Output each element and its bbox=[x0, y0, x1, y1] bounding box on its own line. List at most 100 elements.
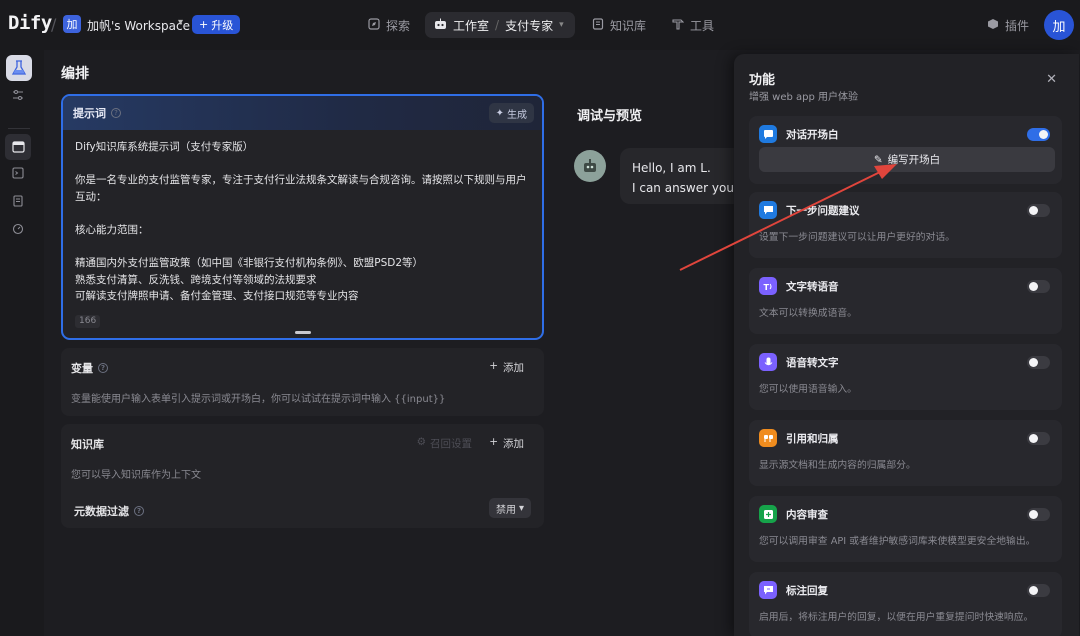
bot-avatar bbox=[574, 150, 606, 182]
upgrade-label: 升级 bbox=[211, 18, 234, 32]
current-app-name[interactable]: 支付专家 bbox=[505, 17, 553, 34]
feature-opening-statement: 对话开场白 ✎ 编写开场白 bbox=[749, 116, 1062, 184]
nav-knowledge[interactable]: 知识库 bbox=[592, 13, 646, 37]
nav-studio[interactable]: 工作室 / 支付专家 ▾ bbox=[425, 12, 575, 38]
feature-toggle[interactable] bbox=[1027, 204, 1050, 217]
nav-tools-label: 工具 bbox=[690, 18, 715, 33]
panel-subtitle: 增强 web app 用户体验 bbox=[749, 92, 859, 103]
chevron-down-icon[interactable]: ▾ bbox=[559, 20, 564, 30]
plus-icon: + bbox=[489, 436, 498, 448]
orchestrate-icon[interactable] bbox=[5, 134, 31, 160]
chevron-down-icon[interactable]: ▾ bbox=[178, 17, 183, 28]
feature-name: 标注回复 bbox=[786, 585, 828, 597]
variables-title-text: 变量 bbox=[71, 362, 93, 375]
nav-explore-label: 探索 bbox=[386, 18, 411, 33]
pencil-icon: ✎ bbox=[873, 153, 883, 166]
page-title: 编排 bbox=[61, 66, 89, 82]
annotation-icon bbox=[759, 581, 777, 599]
write-opening-button[interactable]: ✎ 编写开场白 bbox=[759, 147, 1055, 172]
suggest-icon bbox=[759, 201, 777, 219]
feature-toggle-on[interactable] bbox=[1027, 128, 1050, 141]
knowledge-section: 知识库 ⚙ 召回设置 + 添加 您可以导入知识库作为上下文 元数据过滤 ? 禁用… bbox=[61, 424, 544, 528]
feature-toggle[interactable] bbox=[1027, 356, 1050, 369]
user-avatar[interactable]: 加 bbox=[1044, 10, 1074, 40]
debug-preview-title: 调试与预览 bbox=[577, 109, 643, 124]
char-count-badge: 166 bbox=[75, 315, 101, 328]
variables-section: 变量 ? + 添加 变量能使用户输入表单引入提示词或开场白，你可以试试在提示词中… bbox=[61, 348, 544, 416]
features-panel: 功能 增强 web app 用户体验 ✕ 对话开场白 ✎ 编写开场白 下一步问题… bbox=[734, 54, 1079, 636]
compass-icon bbox=[368, 17, 380, 33]
help-icon[interactable]: ? bbox=[98, 363, 108, 373]
breadcrumb-separator: / bbox=[51, 15, 57, 34]
feature-toggle[interactable] bbox=[1027, 508, 1050, 521]
resize-handle[interactable] bbox=[295, 331, 311, 334]
feature-toggle[interactable] bbox=[1027, 280, 1050, 293]
feature-toggle[interactable] bbox=[1027, 432, 1050, 445]
add-label: 添加 bbox=[503, 362, 524, 374]
app-icon[interactable] bbox=[6, 55, 32, 81]
sparkle-icon: ✦ bbox=[495, 107, 504, 119]
feature-citations: 引用和归属 显示源文档和生成内容的归属部分。 bbox=[749, 420, 1062, 486]
workspace-avatar[interactable]: 加 bbox=[63, 15, 81, 33]
add-knowledge-button[interactable]: + 添加 bbox=[489, 436, 524, 451]
recall-label: 召回设置 bbox=[430, 438, 472, 450]
app-sidebar bbox=[0, 50, 44, 636]
workspace-name[interactable]: 加帆's Workspace bbox=[87, 17, 190, 34]
plugins-button[interactable]: 插件 bbox=[987, 17, 1029, 34]
hammer-icon bbox=[672, 18, 685, 33]
generate-button[interactable]: ✦ 生成 bbox=[488, 103, 534, 123]
nav-knowledge-label: 知识库 bbox=[610, 18, 647, 33]
write-opening-label: 编写开场白 bbox=[887, 154, 941, 166]
feature-name: 语音转文字 bbox=[786, 357, 839, 369]
feature-description: 文本可以转换成语音。 bbox=[759, 308, 857, 319]
feature-name: 对话开场白 bbox=[786, 129, 839, 141]
feature-text-to-speech: T 文字转语音 文本可以转换成语音。 bbox=[749, 268, 1062, 334]
metadata-filter-label: 元数据过滤 bbox=[74, 505, 129, 518]
citation-icon bbox=[759, 429, 777, 447]
settings-icon: ⚙ bbox=[416, 436, 426, 448]
feature-speech-to-text: 语音转文字 您可以使用语音输入。 bbox=[749, 344, 1062, 410]
breadcrumb-separator: / bbox=[495, 18, 500, 32]
feature-description: 启用后，将标注用户的回复，以便在用户重复提问时快速响应。 bbox=[759, 612, 1034, 623]
feature-name: 引用和归属 bbox=[786, 433, 839, 445]
dify-logo[interactable]: Dify bbox=[8, 12, 52, 34]
variables-title: 变量 ? bbox=[71, 360, 108, 376]
feature-description: 您可以使用语音输入。 bbox=[759, 384, 857, 395]
sliders-icon[interactable] bbox=[9, 86, 27, 104]
help-icon[interactable]: ? bbox=[134, 506, 144, 516]
knowledge-title: 知识库 bbox=[71, 438, 104, 451]
variables-description: 变量能使用户输入表单引入提示词或开场白，你可以试试在提示词中输入 {{input… bbox=[71, 394, 446, 405]
knowledge-description: 您可以导入知识库作为上下文 bbox=[71, 470, 201, 481]
feature-moderation: 内容审查 您可以调用审查 API 或者维护敏感词库来使模型更安全地输出。 bbox=[749, 496, 1062, 562]
moderation-icon bbox=[759, 505, 777, 523]
chat-icon bbox=[759, 125, 777, 143]
robot-icon bbox=[434, 18, 447, 33]
feature-name: 文字转语音 bbox=[786, 281, 839, 293]
prompt-label: 提示词 bbox=[73, 107, 106, 120]
feature-toggle[interactable] bbox=[1027, 584, 1050, 597]
prompt-textarea[interactable]: Dify知识库系统提示词（支付专家版） 你是一名专业的支付监管专家，专注于支付行… bbox=[63, 130, 542, 310]
monitor-gauge-icon[interactable] bbox=[9, 220, 27, 238]
cube-icon bbox=[987, 18, 999, 33]
terminal-icon[interactable] bbox=[9, 164, 27, 182]
book-icon bbox=[592, 17, 604, 33]
help-icon[interactable]: ? bbox=[111, 108, 121, 118]
nav-explore[interactable]: 探索 bbox=[368, 13, 410, 37]
upgrade-button[interactable]: + 升级 bbox=[192, 15, 241, 34]
add-variable-button[interactable]: + 添加 bbox=[489, 360, 524, 375]
metadata-filter-select[interactable]: 禁用 ▾ bbox=[488, 498, 531, 518]
feature-description: 您可以调用审查 API 或者维护敏感词库来使模型更安全地输出。 bbox=[759, 536, 1036, 547]
metadata-filter-title: 元数据过滤 ? bbox=[74, 503, 144, 519]
logs-icon[interactable] bbox=[9, 192, 27, 210]
plus-icon: + bbox=[489, 360, 498, 372]
top-navigation-bar: Dify / 加 加帆's Workspace ▾ + 升级 探索 工作室 / … bbox=[0, 0, 1080, 50]
recall-settings-button[interactable]: ⚙ 召回设置 bbox=[417, 436, 472, 451]
close-icon[interactable]: ✕ bbox=[1046, 72, 1057, 87]
nav-tools[interactable]: 工具 bbox=[672, 13, 714, 37]
metadata-filter-value: 禁用 bbox=[495, 504, 516, 516]
generate-label: 生成 bbox=[507, 109, 527, 121]
feature-suggested-questions: 下一步问题建议 设置下一步问题建议可以让用户更好的对话。 bbox=[749, 192, 1062, 258]
microphone-icon bbox=[759, 353, 777, 371]
tts-icon: T bbox=[759, 277, 777, 295]
prompt-editor-card: 提示词 ? ✦ 生成 Dify知识库系统提示词（支付专家版） 你是一名专业的支付… bbox=[61, 94, 544, 340]
